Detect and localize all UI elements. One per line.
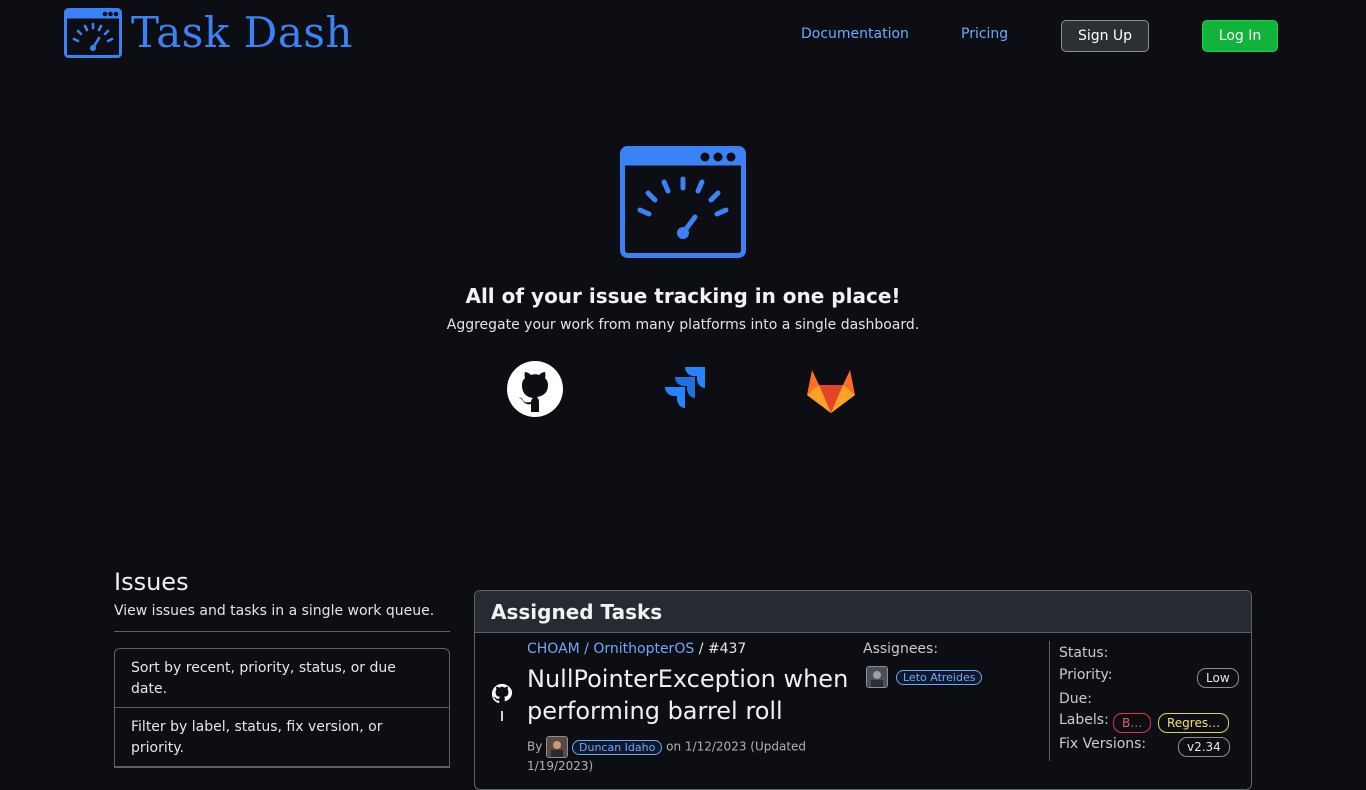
task-number: / #437 (698, 641, 747, 657)
issues-title: Issues (114, 568, 189, 596)
brand-name: Task Dash (131, 8, 353, 57)
avatar (866, 666, 888, 688)
priority-badge: Low (1197, 668, 1239, 688)
github-icon (507, 361, 563, 417)
status-label: Status: (1059, 645, 1109, 661)
task-meta: Status: Priority: Low Due: Labels: B… Re… (1049, 641, 1239, 761)
task-byline: By Duncan Idaho on 1/12/2023 (Updated 1/… (527, 736, 827, 774)
due-label: Due: (1059, 691, 1092, 707)
feature-list: Sort by recent, priority, status, or due… (114, 648, 450, 768)
gitlab-icon (807, 370, 855, 413)
task-number-text: #437 (707, 641, 747, 657)
feature-item-filter: Filter by label, status, fix version, or… (115, 708, 449, 767)
dashboard-hero-icon (620, 146, 746, 258)
nav-documentation-link[interactable]: Documentation (801, 26, 909, 42)
hero-subtitle: Aggregate your work from many platforms … (446, 317, 920, 333)
nav-pricing-link[interactable]: Pricing (961, 26, 1008, 42)
divider (114, 631, 450, 632)
feature-item-sort: Sort by recent, priority, status, or due… (115, 649, 449, 708)
task-connector (501, 711, 503, 721)
task-repo-line: CHOAM / OrnithopterOS / #437 (527, 641, 746, 657)
label-badge: B… (1113, 713, 1152, 733)
author-badge[interactable]: Duncan Idaho (572, 739, 663, 755)
task-title[interactable]: NullPointerException when performing bar… (527, 663, 857, 727)
labels-label: Labels: (1059, 712, 1109, 728)
hero-title: All of your issue tracking in one place! (465, 284, 901, 308)
assigned-tasks-title: Assigned Tasks (475, 591, 1251, 633)
sign-up-button[interactable]: Sign Up (1061, 20, 1149, 52)
fix-versions-label: Fix Versions: (1059, 736, 1147, 752)
avatar (546, 736, 569, 758)
dashboard-logo-icon (64, 8, 122, 58)
log-in-button[interactable]: Log In (1202, 20, 1278, 52)
assignee-badge[interactable]: Leto Atreides (896, 669, 983, 685)
assignee-row: Leto Atreides (866, 666, 983, 688)
by-label: By (527, 739, 543, 754)
github-icon (491, 683, 513, 704)
task-repo-link[interactable]: CHOAM / OrnithopterOS (527, 641, 694, 657)
jira-icon (665, 367, 705, 408)
brand[interactable]: Task Dash (64, 8, 353, 58)
assigned-tasks-card: Assigned Tasks CHOAM / OrnithopterOS / #… (474, 590, 1252, 790)
issues-subtitle: View issues and tasks in a single work q… (114, 603, 435, 619)
assignees-label: Assignees: (863, 641, 939, 657)
fix-version-badge: v2.34 (1178, 737, 1230, 757)
label-badge: Regres… (1158, 713, 1230, 733)
priority-label: Priority: (1059, 667, 1113, 683)
